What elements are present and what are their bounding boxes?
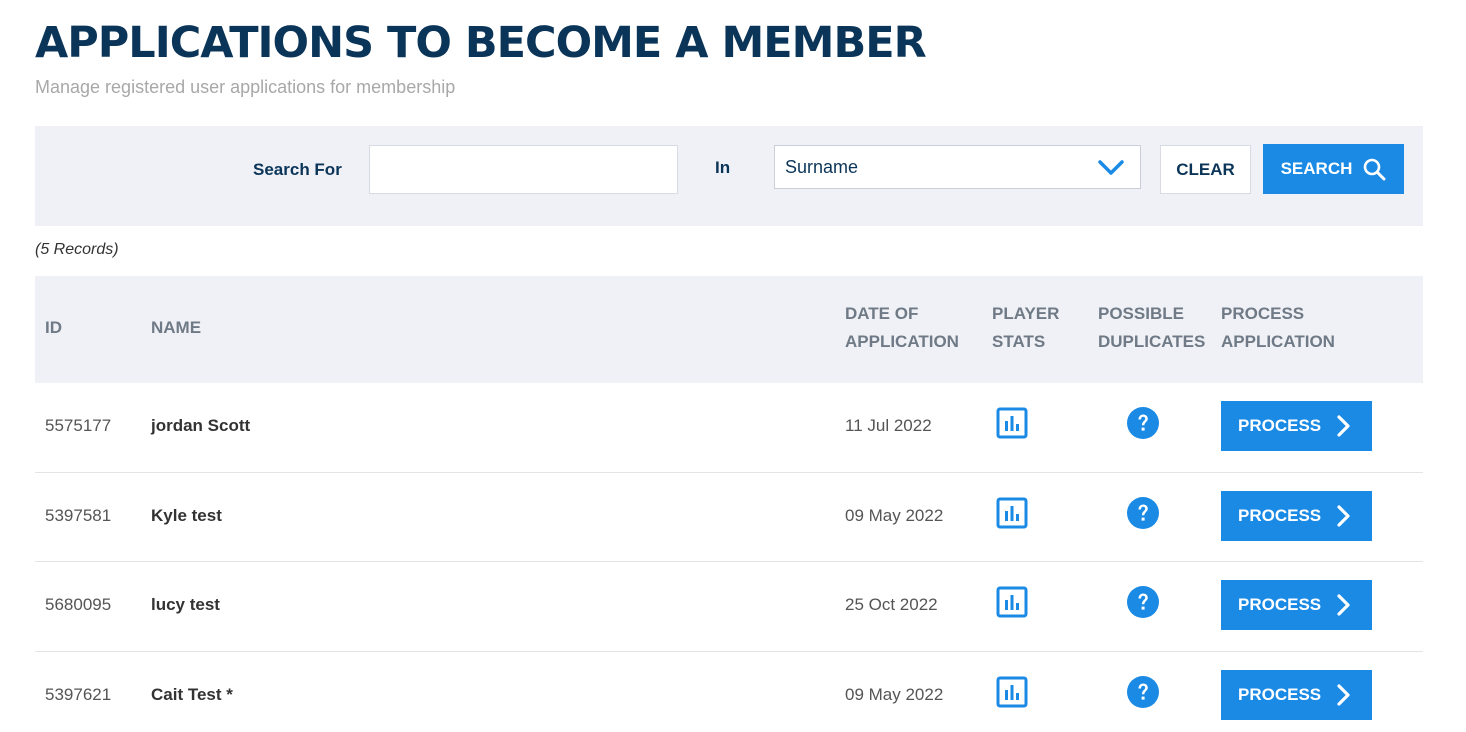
search-button[interactable]: SEARCH [1263,144,1404,194]
question-circle-icon[interactable] [1127,586,1159,618]
table-body: 5575177 jordan Scott 11 Jul 2022 PROCESS… [35,383,1423,732]
search-panel: Search For In Surname CLEAR SEARCH [35,126,1423,226]
search-input[interactable] [369,145,678,194]
cell-date: 09 May 2022 [845,684,944,704]
cell-name: Cait Test * [151,684,233,704]
records-count: (5 Records) [35,241,119,258]
search-field-select[interactable]: Surname [774,145,1141,189]
process-button-label: PROCESS [1238,684,1322,704]
search-icon [1364,158,1386,181]
cell-name: lucy test [151,595,220,614]
table-row: 5397621 Cait Test * 09 May 2022 PROCESS [35,652,1423,732]
cell-date: 09 May 2022 [845,505,944,525]
process-button[interactable]: PROCESS [1221,580,1372,630]
column-header-date: DATE OF APPLICATION [845,304,959,351]
table-row: 5397581 Kyle test 09 May 2022 PROCESS [35,473,1423,562]
question-circle-icon[interactable] [1127,496,1159,529]
column-header-possible-duplicates: POSSIBLE DUPLICATES [1098,304,1206,351]
chevron-down-icon [1098,160,1124,175]
clear-button[interactable]: CLEAR [1160,145,1251,194]
process-button[interactable]: PROCESS [1221,669,1372,720]
bar-chart-icon[interactable] [996,407,1028,439]
column-header-process-application: PROCESS APPLICATION [1221,304,1335,351]
cell-id: 5397581 [45,505,112,525]
search-field-value: Surname [785,157,859,177]
column-header-id: ID [45,318,62,337]
applications-table: ID NAME DATE OF APPLICATION PLAYER STATS… [35,276,1423,732]
question-circle-icon[interactable] [1127,675,1159,708]
chevron-right-icon [1337,415,1350,437]
page-subtitle: Manage registered user applications for … [35,77,456,97]
process-button-label: PROCESS [1238,416,1322,435]
cell-name: Kyle test [151,505,222,525]
search-button-label: SEARCH [1280,159,1353,178]
column-header-name: NAME [151,318,202,337]
cell-id: 5680095 [45,595,112,614]
bar-chart-icon[interactable] [996,676,1028,708]
table-header: ID NAME DATE OF APPLICATION PLAYER STATS… [35,276,1423,383]
search-in-label: In [715,158,731,177]
process-button-label: PROCESS [1238,595,1322,614]
process-button[interactable]: PROCESS [1221,401,1372,451]
table-row: 5575177 jordan Scott 11 Jul 2022 PROCESS [35,383,1423,473]
process-button-label: PROCESS [1238,505,1322,525]
bar-chart-icon[interactable] [996,586,1028,618]
cell-date: 11 Jul 2022 [845,416,932,435]
bar-chart-icon[interactable] [996,497,1028,529]
cell-date: 25 Oct 2022 [845,595,938,614]
cell-id: 5575177 [45,416,112,435]
page-title: APPLICATIONS TO BECOME A MEMBER [35,18,927,68]
chevron-right-icon [1337,683,1350,706]
column-header-player-stats: PLAYER STATS [992,304,1060,351]
question-circle-icon[interactable] [1127,407,1159,439]
table-row: 5680095 lucy test 25 Oct 2022 PROCESS [35,562,1423,652]
cell-name: jordan Scott [151,416,251,435]
chevron-right-icon [1337,504,1350,527]
chevron-right-icon [1337,594,1350,616]
search-for-label: Search For [253,160,342,179]
cell-id: 5397621 [45,684,112,704]
process-button[interactable]: PROCESS [1221,490,1372,541]
